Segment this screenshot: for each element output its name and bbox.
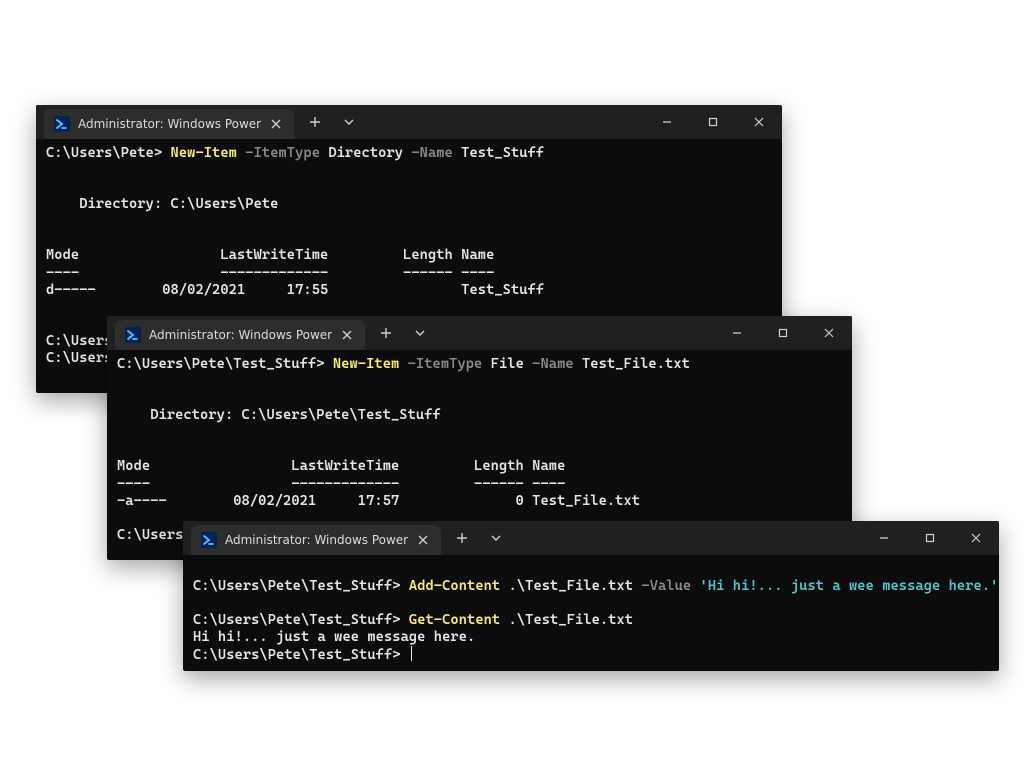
argument: .\Test_File.txt — [500, 612, 633, 628]
terminal-output[interactable]: C:\Users\Pete\Test_Stuff> Add-Content .\… — [183, 555, 999, 671]
partial-prompt: C:\Users — [117, 527, 183, 543]
minimize-button[interactable] — [714, 318, 760, 348]
close-button[interactable] — [953, 523, 999, 553]
powershell-icon — [201, 532, 217, 548]
cmdlet-name: New-Item — [333, 356, 399, 372]
text-cursor-icon — [411, 646, 412, 661]
close-button[interactable] — [806, 318, 852, 348]
minimize-button[interactable] — [861, 523, 907, 553]
parameter: -ItemType — [237, 145, 320, 161]
table-row: -a---- 08/02/2021 17:57 0 Test_File.txt — [117, 493, 640, 509]
table-row: d----- 08/02/2021 17:55 Test_Stuff — [46, 282, 544, 298]
parameter: -ItemType — [399, 356, 482, 372]
tab-title: Administrator: Windows PowerS — [78, 117, 261, 131]
tab-title: Administrator: Windows PowerS — [149, 328, 332, 342]
minimize-button[interactable] — [644, 107, 690, 137]
tab-close-icon[interactable] — [340, 327, 355, 343]
prompt-path: C:\Users\Pete\Test_Stuff> — [117, 356, 333, 372]
argument: .\Test_File.txt — [500, 578, 633, 594]
output-line: Directory: C:\Users\Pete — [46, 196, 279, 212]
cmdlet-name: Get-Content — [409, 612, 500, 628]
tab-title: Administrator: Windows PowerS — [225, 533, 408, 547]
tab-dropdown-button[interactable] — [334, 107, 364, 137]
table-header: Mode LastWriteTime Length Name — [46, 247, 494, 263]
prompt-path: C:\Users\Pete\Test_Stuff> — [193, 647, 409, 663]
prompt-path: C:\Users\Pete\Test_Stuff> — [193, 612, 409, 628]
powershell-window-3: Administrator: Windows PowerS — [183, 521, 999, 671]
parameter: -Value — [633, 578, 691, 594]
cmdlet-name: Add-Content — [409, 578, 500, 594]
argument: File — [482, 356, 524, 372]
tab-close-icon[interactable] — [416, 532, 431, 548]
titlebar[interactable]: Administrator: Windows PowerS — [107, 316, 852, 350]
tab-powershell[interactable]: Administrator: Windows PowerS — [44, 109, 294, 139]
new-tab-button[interactable] — [371, 318, 401, 348]
string-literal: 'Hi hi!... just a wee message here.' — [691, 578, 998, 594]
titlebar[interactable]: Administrator: Windows PowerS — [183, 521, 999, 555]
parameter: -Name — [403, 145, 453, 161]
prompt-path: C:\Users\Pete> — [46, 145, 171, 161]
titlebar[interactable]: Administrator: Windows PowerS — [36, 105, 782, 139]
maximize-button[interactable] — [907, 523, 953, 553]
table-divider: ---- ------------- ------ ---- — [117, 476, 565, 492]
table-divider: ---- ------------- ------ ---- — [46, 265, 494, 281]
close-button[interactable] — [736, 107, 782, 137]
tab-powershell[interactable]: Administrator: Windows PowerS — [191, 525, 441, 555]
new-tab-button[interactable] — [447, 523, 477, 553]
argument: Directory — [320, 145, 403, 161]
powershell-icon — [125, 327, 141, 343]
tab-dropdown-button[interactable] — [481, 523, 511, 553]
powershell-icon — [54, 116, 70, 132]
table-header: Mode LastWriteTime Length Name — [117, 458, 565, 474]
argument: Test_File.txt — [574, 356, 690, 372]
tab-powershell[interactable]: Administrator: Windows PowerS — [115, 320, 365, 350]
partial-prompt: C:\Users — [46, 333, 112, 349]
partial-prompt: C:\Users — [46, 350, 112, 366]
argument: Test_Stuff — [453, 145, 544, 161]
output-line: Hi hi!... just a wee message here. — [193, 629, 475, 645]
new-tab-button[interactable] — [300, 107, 330, 137]
parameter: -Name — [524, 356, 574, 372]
cmdlet-name: New-Item — [171, 145, 237, 161]
maximize-button[interactable] — [690, 107, 736, 137]
prompt-path: C:\Users\Pete\Test_Stuff> — [193, 578, 409, 594]
tab-close-icon[interactable] — [269, 116, 284, 132]
output-line: Directory: C:\Users\Pete\Test_Stuff — [117, 407, 441, 423]
tab-dropdown-button[interactable] — [405, 318, 435, 348]
maximize-button[interactable] — [760, 318, 806, 348]
